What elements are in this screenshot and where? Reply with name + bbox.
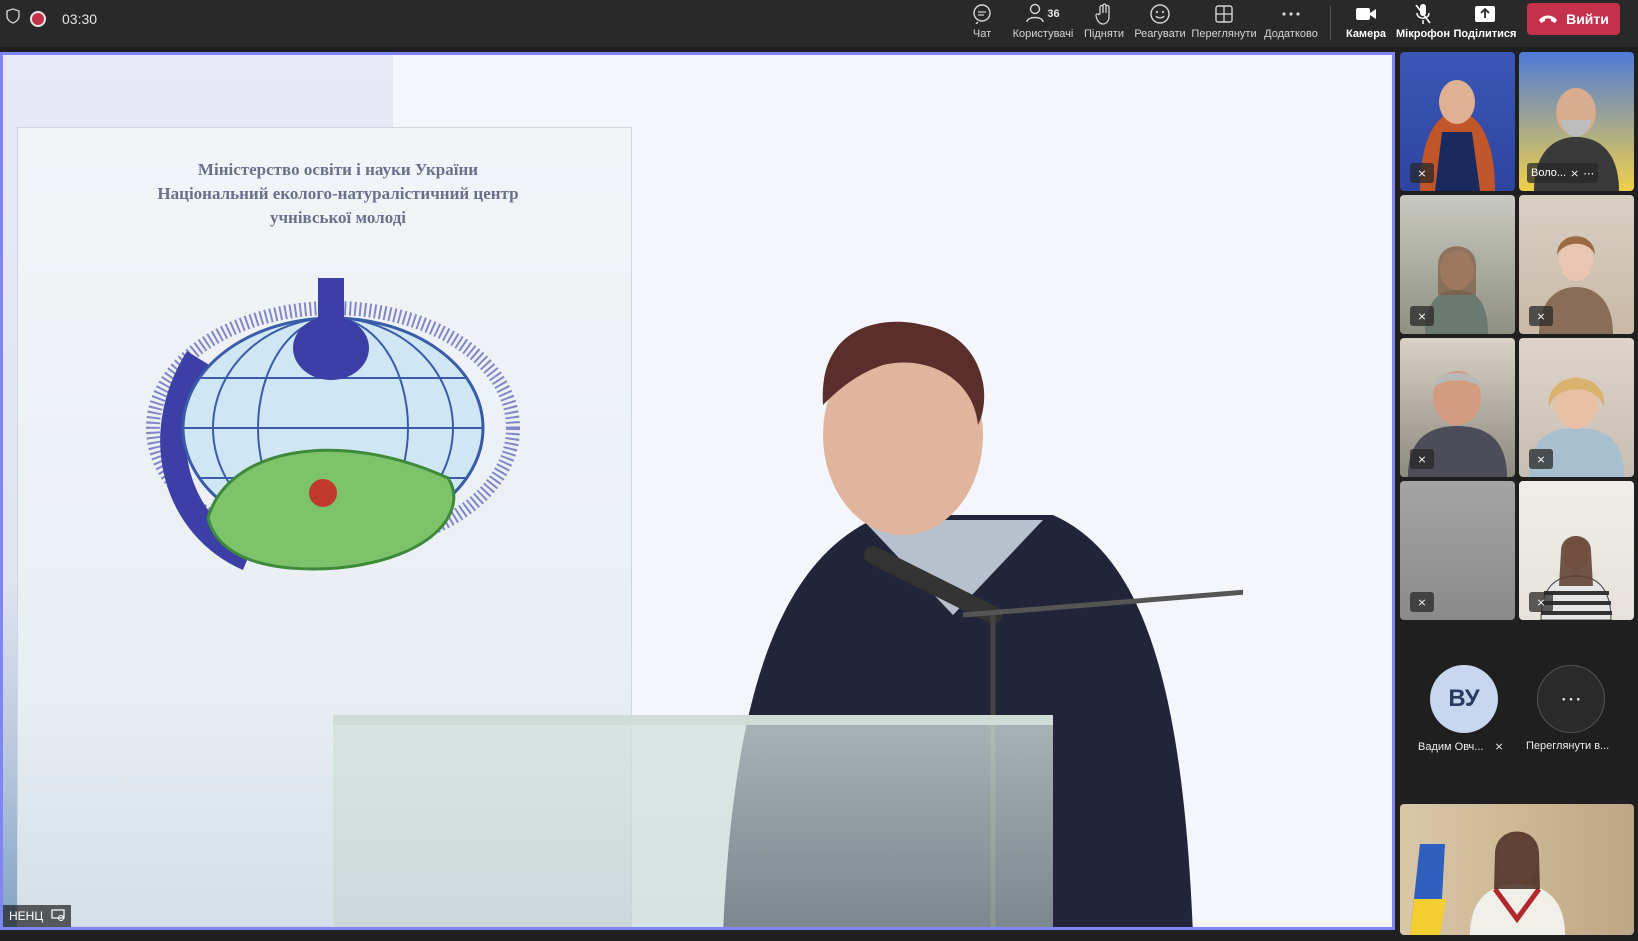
share-button[interactable]: Поділитися xyxy=(1453,0,1517,47)
participant-tile[interactable]: Воло... ⨯ ⋯ xyxy=(1519,52,1634,191)
view-label: Переглянути xyxy=(1191,28,1257,40)
participant-name-tag: Воло... ⨯ ⋯ xyxy=(1527,163,1599,183)
react-label: Реагувати xyxy=(1134,28,1186,40)
banner-line-3: учнівської молоді xyxy=(269,208,407,227)
tile-more-icon[interactable]: ⋯ xyxy=(1583,167,1594,180)
mic-label: Мікрофон xyxy=(1396,28,1451,40)
people-icon xyxy=(1026,3,1045,26)
camera-icon xyxy=(1355,2,1377,26)
shared-screen-icon xyxy=(51,908,65,924)
raise-hand-icon xyxy=(1095,2,1113,26)
more-button[interactable]: Додатково xyxy=(1262,0,1320,47)
participant-tile[interactable]: ⨯ xyxy=(1400,338,1515,477)
leave-label: Вийти xyxy=(1566,11,1609,27)
meeting-status: 03:30 xyxy=(6,8,97,29)
recording-icon xyxy=(30,10,46,27)
presenter-name: НЕНЦ xyxy=(9,909,44,923)
participant-tile[interactable]: ⨯ xyxy=(1400,481,1515,620)
camera-button[interactable]: Камера xyxy=(1345,0,1387,47)
banner-line-2: Національний еколого-натуралістичний цен… xyxy=(157,184,519,203)
participant-name: Воло... xyxy=(1531,167,1567,179)
mic-off-icon: ⨯ xyxy=(1410,592,1434,612)
participant-tile[interactable]: ⨯ xyxy=(1519,338,1634,477)
main-video-stage[interactable]: Міністерство освіти і науки України Наці… xyxy=(0,52,1395,930)
smiley-icon xyxy=(1149,2,1171,26)
camera-label: Камера xyxy=(1345,28,1387,40)
more-icon xyxy=(1281,2,1301,26)
mic-off-icon: ⨯ xyxy=(1410,306,1434,326)
meeting-toolbar: 03:30 Чат 36 Користувачі Підняти Реагува… xyxy=(0,0,1638,47)
self-view-video[interactable] xyxy=(1400,804,1634,935)
people-button[interactable]: 36 Користувачі xyxy=(1011,0,1075,47)
mic-off-icon: ⨯ xyxy=(1410,163,1434,183)
view-more-label[interactable]: Переглянути в... xyxy=(1526,740,1609,752)
mic-off-icon: ⨯ xyxy=(1529,592,1553,612)
phone-hangup-icon xyxy=(1538,11,1558,27)
people-count: 36 xyxy=(1047,8,1060,20)
meeting-timer: 03:30 xyxy=(62,10,98,27)
participant-tile[interactable]: ⨯ xyxy=(1519,195,1634,334)
podium xyxy=(333,715,1053,927)
layout-icon xyxy=(1214,2,1234,26)
people-label: Користувачі xyxy=(1012,28,1074,40)
raise-hand-label: Підняти xyxy=(1084,28,1124,40)
more-label: Додатково xyxy=(1264,28,1318,40)
participant-tile[interactable]: ⨯ xyxy=(1519,481,1634,620)
banner-line-1: Міністерство освіти і науки України xyxy=(197,160,479,179)
view-more-icon[interactable]: ⋯ xyxy=(1537,665,1605,733)
mic-off-icon xyxy=(1414,2,1432,26)
view-button[interactable]: Переглянути xyxy=(1191,0,1257,47)
react-button[interactable]: Реагувати xyxy=(1134,0,1186,47)
mic-off-icon: ⨯ xyxy=(1529,449,1553,469)
mic-off-icon: ⨯ xyxy=(1570,167,1580,180)
globe-logo-icon xyxy=(146,278,520,571)
participant-tile[interactable]: ⨯ xyxy=(1400,195,1515,334)
leave-button[interactable]: Вийти xyxy=(1527,3,1620,35)
shield-icon xyxy=(6,8,20,29)
mic-button[interactable]: Мікрофон xyxy=(1396,0,1450,47)
mic-off-icon: ⨯ xyxy=(1529,306,1553,326)
avatar-name-label: Вадим Овч... ⨯ xyxy=(1418,740,1504,753)
participant-avatar[interactable]: ВУ xyxy=(1430,665,1498,733)
share-icon xyxy=(1474,2,1496,26)
mic-off-icon: ⨯ xyxy=(1494,741,1504,753)
participant-tile[interactable]: ⨯ xyxy=(1400,52,1515,191)
toolbar-divider xyxy=(1330,6,1331,40)
presenter-name-tag: НЕНЦ xyxy=(3,905,72,927)
chat-button[interactable]: Чат xyxy=(965,0,999,47)
self-view-image xyxy=(1410,831,1565,935)
avatar-name: Вадим Овч... xyxy=(1418,741,1484,753)
chat-label: Чат xyxy=(972,28,992,40)
chat-icon xyxy=(971,2,993,26)
share-label: Поділитися xyxy=(1453,28,1517,40)
raise-hand-button[interactable]: Підняти xyxy=(1083,0,1125,47)
mic-off-icon: ⨯ xyxy=(1410,449,1434,469)
